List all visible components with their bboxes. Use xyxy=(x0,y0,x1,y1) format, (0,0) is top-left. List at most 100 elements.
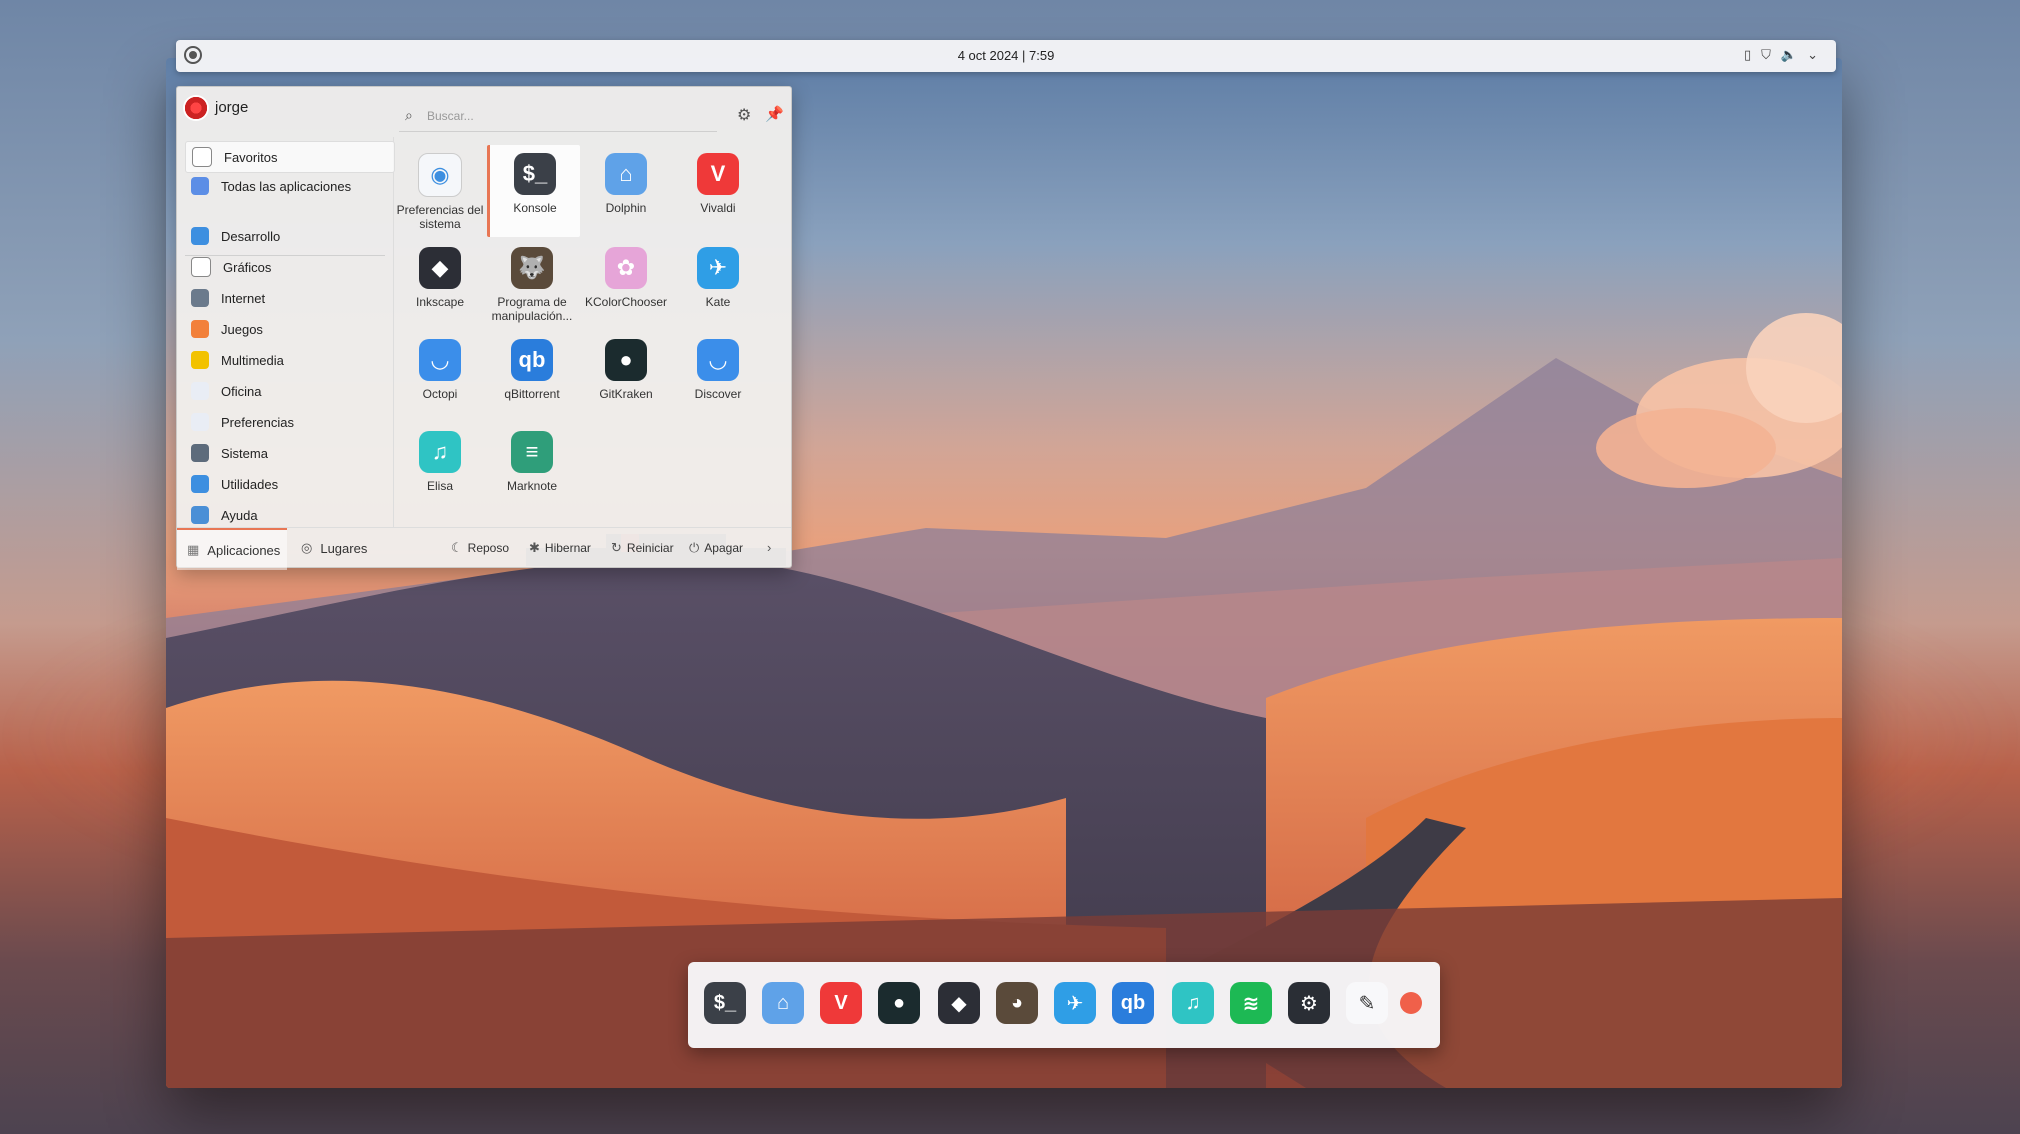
clock[interactable]: 4 oct 2024 | 7:59 xyxy=(176,48,1836,63)
moon-icon: ☾ xyxy=(451,540,463,555)
tab-label: Aplicaciones xyxy=(207,542,281,558)
sidebar-item-3[interactable]: Desarrollo xyxy=(185,221,393,251)
terminal-icon[interactable]: $_ xyxy=(704,982,746,1024)
power-icon: ⏻ xyxy=(689,540,700,555)
app-tile[interactable]: ♫ Elisa xyxy=(395,423,485,515)
sidebar-item-label: Todas las aplicaciones xyxy=(221,178,352,194)
document-icon xyxy=(191,382,209,400)
color-picker-icon[interactable]: ✎ xyxy=(1346,982,1388,1024)
bookmark-icon xyxy=(192,147,212,167)
gitkraken-icon[interactable]: ● xyxy=(878,982,920,1024)
inkscape-icon: ◆ xyxy=(419,247,461,289)
app-tile[interactable]: ● GitKraken xyxy=(581,331,671,423)
search-input[interactable]: ⌕ Buscar... xyxy=(399,101,717,132)
sidebar-item-11[interactable]: Utilidades xyxy=(185,469,393,499)
app-tile[interactable]: ◆ Inkscape xyxy=(395,239,485,331)
app-label: Discover xyxy=(694,387,742,401)
menu-header: jorge ⌕ Buscar... ⚙ 📌 xyxy=(177,87,791,137)
top-panel: 4 oct 2024 | 7:59 ▯ ⛉ 🔈 ⌄ xyxy=(176,40,1836,72)
restart-icon: ↻ xyxy=(611,540,622,555)
app-tile[interactable]: ⌂ Dolphin xyxy=(581,145,671,237)
music-icon[interactable]: ♫ xyxy=(1172,982,1214,1024)
sidebar-item-4[interactable]: Gráficos xyxy=(185,252,393,282)
app-label: Programa de manipulación... xyxy=(491,295,573,323)
toggle-icon xyxy=(191,413,209,431)
tab-applications[interactable]: ▦ Aplicaciones xyxy=(177,528,287,570)
sidebar-item-6[interactable]: Juegos xyxy=(185,314,393,344)
wrench-icon xyxy=(191,227,209,245)
spotify-icon[interactable]: ≋ xyxy=(1230,982,1272,1024)
vivaldi-icon[interactable]: V xyxy=(820,982,862,1024)
gimp-icon[interactable]: ◕ xyxy=(996,982,1038,1024)
color-wheel-icon: ✿ xyxy=(605,247,647,289)
app-tile[interactable]: ✈ Kate xyxy=(673,239,763,331)
app-label: Preferencias del sistema xyxy=(396,203,484,231)
shutdown-label: Apagar xyxy=(704,541,743,555)
gamepad-icon xyxy=(191,320,209,338)
pen-icon xyxy=(191,257,211,277)
app-label: Marknote xyxy=(506,479,558,493)
utilities-icon xyxy=(191,475,209,493)
tab-label: Lugares xyxy=(320,540,368,556)
steam-icon[interactable]: ⚙ xyxy=(1288,982,1330,1024)
avatar[interactable] xyxy=(183,95,209,121)
app-tile[interactable]: V Vivaldi xyxy=(673,145,763,237)
app-tile[interactable]: ◡ Discover xyxy=(673,331,763,423)
shutdown-button[interactable]: ⏻ Apagar xyxy=(689,540,743,556)
sidebar-item-label: Favoritos xyxy=(224,149,278,165)
qbittorrent-icon[interactable]: qb xyxy=(1112,982,1154,1024)
user-name: jorge xyxy=(215,99,249,116)
app-tile[interactable]: ◉ Preferencias del sistema xyxy=(395,145,485,237)
sidebar-item-2[interactable]: Todas las aplicaciones xyxy=(185,171,393,201)
sleep-button[interactable]: ☾ Reposo xyxy=(451,540,509,556)
app-label: Kate xyxy=(705,295,731,309)
app-tile[interactable]: ◡ Octopi xyxy=(395,331,485,423)
snowflake-icon: ✱ xyxy=(529,540,540,555)
restart-button[interactable]: ↻ Reiniciar xyxy=(611,540,674,556)
folder-icon[interactable]: ⌂ xyxy=(762,982,804,1024)
sidebar-item-1[interactable]: Favoritos xyxy=(185,141,395,173)
sidebar-item-label: Ayuda xyxy=(221,507,258,523)
app-label: Inkscape xyxy=(415,295,465,309)
app-label: Elisa xyxy=(426,479,453,493)
inkscape-icon[interactable]: ◆ xyxy=(938,982,980,1024)
sidebar-item-8[interactable]: Oficina xyxy=(185,376,393,406)
volume-icon[interactable]: 🔈 xyxy=(1781,47,1797,63)
discover-icon: ◡ xyxy=(697,339,739,381)
media-icon xyxy=(191,351,209,369)
battery-icon[interactable]: ▯ xyxy=(1744,47,1751,63)
chevron-down-icon[interactable]: ⌄ xyxy=(1807,47,1818,63)
app-tile[interactable]: 🐺 Programa de manipulación... xyxy=(487,239,577,331)
sidebar-item-9[interactable]: Preferencias xyxy=(185,407,393,437)
hibernate-label: Hibernar xyxy=(544,541,591,555)
app-tile[interactable]: ≡ Marknote xyxy=(487,423,577,515)
hibernate-button[interactable]: ✱ Hibernar xyxy=(529,540,591,556)
sidebar-item-12[interactable]: Ayuda xyxy=(185,500,393,530)
app-label: qBittorrent xyxy=(504,387,560,401)
configure-icon[interactable]: ⚙ xyxy=(737,105,751,125)
record-icon[interactable] xyxy=(1400,992,1422,1014)
sidebar-item-10[interactable]: Sistema xyxy=(185,438,393,468)
app-tile[interactable]: $_ Konsole xyxy=(487,145,580,237)
vivaldi-icon: V xyxy=(697,153,739,195)
sidebar-item-7[interactable]: Multimedia xyxy=(185,345,393,375)
sidebar-item-label: Juegos xyxy=(221,321,263,337)
sidebar-item-label: Gráficos xyxy=(223,259,272,275)
network-icon[interactable]: ⛉ xyxy=(1761,47,1771,63)
sidebar-item-5[interactable]: Internet xyxy=(185,283,393,313)
app-label: Octopi xyxy=(422,387,458,401)
pin-icon[interactable]: 📌 xyxy=(765,105,784,123)
kate-icon[interactable]: ✈ xyxy=(1054,982,1096,1024)
app-tile[interactable]: ✿ KColorChooser xyxy=(581,239,671,331)
sidebar-item-label: Preferencias xyxy=(221,414,294,430)
sleep-label: Reposo xyxy=(467,541,510,555)
gitkraken-icon: ● xyxy=(605,339,647,381)
folder-icon: ⌂ xyxy=(605,153,647,195)
sidebar-item-label: Internet xyxy=(221,290,266,306)
more-button[interactable]: › xyxy=(767,540,776,555)
app-tile[interactable]: qb qBittorrent xyxy=(487,331,577,423)
system-tray: ▯ ⛉ 🔈 ⌄ xyxy=(1744,47,1818,63)
terminal-icon: $_ xyxy=(514,153,556,195)
tab-places[interactable]: ◎ Lugares xyxy=(301,528,367,568)
sidebar-item-label: Desarrollo xyxy=(221,228,281,244)
